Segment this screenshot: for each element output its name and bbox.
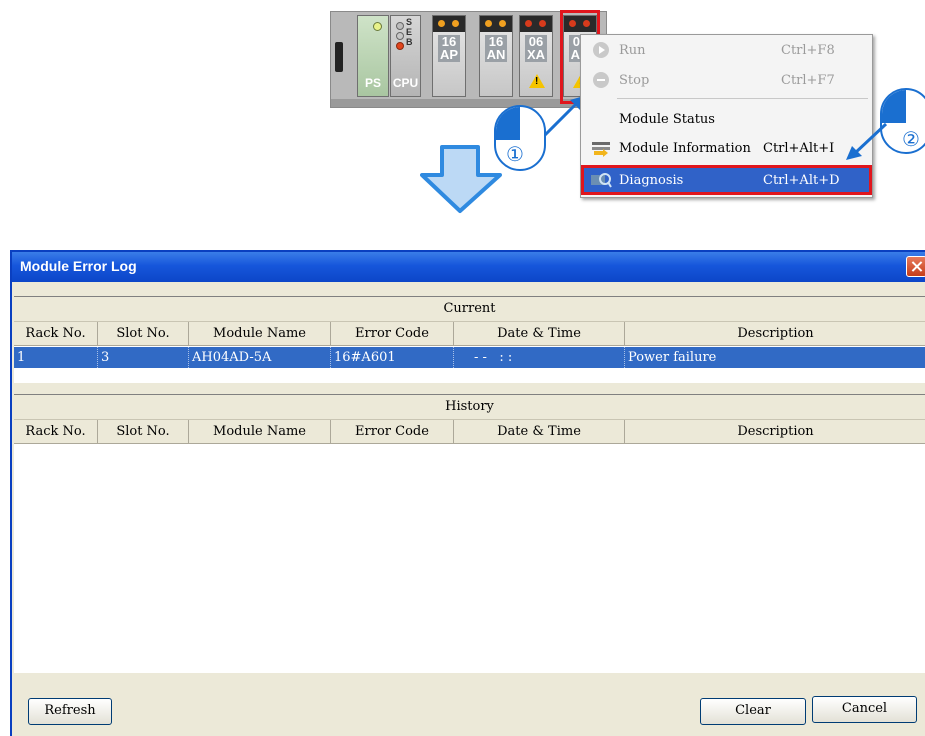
- menu-item-module-information-label: Module Information: [619, 140, 751, 156]
- cpu-led-e-label: E: [406, 27, 413, 37]
- led: [499, 20, 506, 27]
- col-error-code[interactable]: Error Code: [331, 322, 454, 346]
- mouse-left-button: [496, 107, 520, 140]
- cell-slot-no: 3: [98, 347, 189, 368]
- table-row[interactable]: 1 3 AH04AD-5A 16#A601 - - : : Power fail…: [14, 347, 925, 368]
- diagnosis-icon: [590, 171, 612, 189]
- menu-item-diagnosis-shortcut: Ctrl+Alt+D: [763, 172, 840, 188]
- cpu-led-b-label: B: [406, 37, 413, 47]
- menu-item-stop-shortcut: Ctrl+F7: [781, 72, 835, 88]
- module-cpu-label: CPU: [392, 76, 419, 90]
- col-rack-no[interactable]: Rack No.: [14, 322, 98, 346]
- led: [438, 20, 445, 27]
- module-xa-label: XA: [525, 47, 547, 62]
- warning-icon: [529, 74, 545, 88]
- menu-item-run-shortcut: Ctrl+F8: [781, 42, 835, 58]
- cell-error-code: 16#A601: [331, 347, 454, 368]
- cpu-led-e: [396, 32, 404, 40]
- col-rack-no[interactable]: Rack No.: [14, 420, 98, 444]
- module-information-icon: [590, 139, 612, 157]
- led: [485, 20, 492, 27]
- cell-module-name: AH04AD-5A: [189, 347, 331, 368]
- stop-icon: [590, 71, 612, 89]
- menu-separator: [617, 98, 868, 99]
- module-an[interactable]: 16 AN: [479, 15, 513, 97]
- menu-item-module-status-label: Module Status: [619, 111, 715, 127]
- module-an-label: AN: [485, 47, 507, 62]
- module-ap[interactable]: 16 AP: [432, 15, 466, 97]
- dialog-title: Module Error Log: [20, 258, 137, 274]
- cpu-led-s: [396, 22, 404, 30]
- module-ps[interactable]: PS: [357, 15, 389, 97]
- history-list-area[interactable]: [14, 445, 925, 673]
- module-error-log-dialog: Module Error Log Current Rack No. Slot N…: [10, 250, 925, 736]
- col-date-time[interactable]: Date & Time: [454, 420, 625, 444]
- cell-date-time: - - : :: [454, 347, 625, 368]
- col-error-code[interactable]: Error Code: [331, 420, 454, 444]
- ps-led: [373, 22, 382, 31]
- close-icon[interactable]: [906, 256, 925, 277]
- module-ps-label: PS: [364, 76, 381, 90]
- col-module-name[interactable]: Module Name: [189, 322, 331, 346]
- rack-mount-tab: [335, 42, 343, 72]
- module-xa-head: [520, 16, 552, 32]
- menu-item-stop-label: Stop: [619, 72, 650, 88]
- module-xa[interactable]: 06 XA: [519, 15, 553, 97]
- down-arrow-icon: [420, 145, 502, 213]
- col-date-time[interactable]: Date & Time: [454, 322, 625, 346]
- refresh-button[interactable]: Refresh: [28, 698, 112, 725]
- col-module-name[interactable]: Module Name: [189, 420, 331, 444]
- current-section-header: Current: [14, 297, 925, 322]
- current-error-grid: Current Rack No. Slot No. Module Name Er…: [14, 296, 925, 383]
- col-description[interactable]: Description: [625, 420, 925, 444]
- cell-description: Power failure: [628, 350, 717, 365]
- context-menu: Run Ctrl+F8 Stop Ctrl+F7 Module Status M…: [580, 34, 873, 198]
- col-slot-no[interactable]: Slot No.: [98, 420, 189, 444]
- clear-button[interactable]: Clear: [700, 698, 806, 725]
- dialog-titlebar: Module Error Log: [12, 252, 925, 282]
- module-ap-label: AP: [438, 47, 460, 62]
- menu-item-diagnosis-label: Diagnosis: [619, 172, 684, 188]
- menu-item-run[interactable]: Run Ctrl+F8: [581, 37, 872, 63]
- col-slot-no[interactable]: Slot No.: [98, 322, 189, 346]
- cancel-button[interactable]: Cancel: [812, 696, 917, 723]
- menu-item-stop[interactable]: Stop Ctrl+F7: [581, 67, 872, 93]
- menu-item-run-label: Run: [619, 42, 646, 58]
- menu-item-module-status[interactable]: Module Status: [581, 106, 872, 132]
- module-cpu[interactable]: S E B CPU: [390, 15, 421, 97]
- history-error-grid: History Rack No. Slot No. Module Name Er…: [14, 394, 925, 673]
- cell-rack-no: 1: [14, 347, 98, 368]
- led: [452, 20, 459, 27]
- menu-item-module-information[interactable]: Module Information Ctrl+Alt+I: [581, 135, 872, 161]
- led: [539, 20, 546, 27]
- run-icon: [590, 41, 612, 59]
- menu-item-module-information-shortcut: Ctrl+Alt+I: [763, 140, 835, 156]
- menu-item-diagnosis[interactable]: Diagnosis Ctrl+Alt+D: [581, 165, 872, 195]
- step-2-marker: ②: [902, 127, 920, 151]
- mouse-left-button: [882, 90, 906, 123]
- module-an-head: [480, 16, 512, 32]
- cpu-led-s-label: S: [406, 17, 413, 27]
- led: [525, 20, 532, 27]
- cpu-led-b: [396, 42, 404, 50]
- module-ap-head: [433, 16, 465, 32]
- pointer-arrow-2: [846, 122, 888, 160]
- col-description[interactable]: Description: [625, 322, 925, 346]
- history-section-header: History: [14, 395, 925, 420]
